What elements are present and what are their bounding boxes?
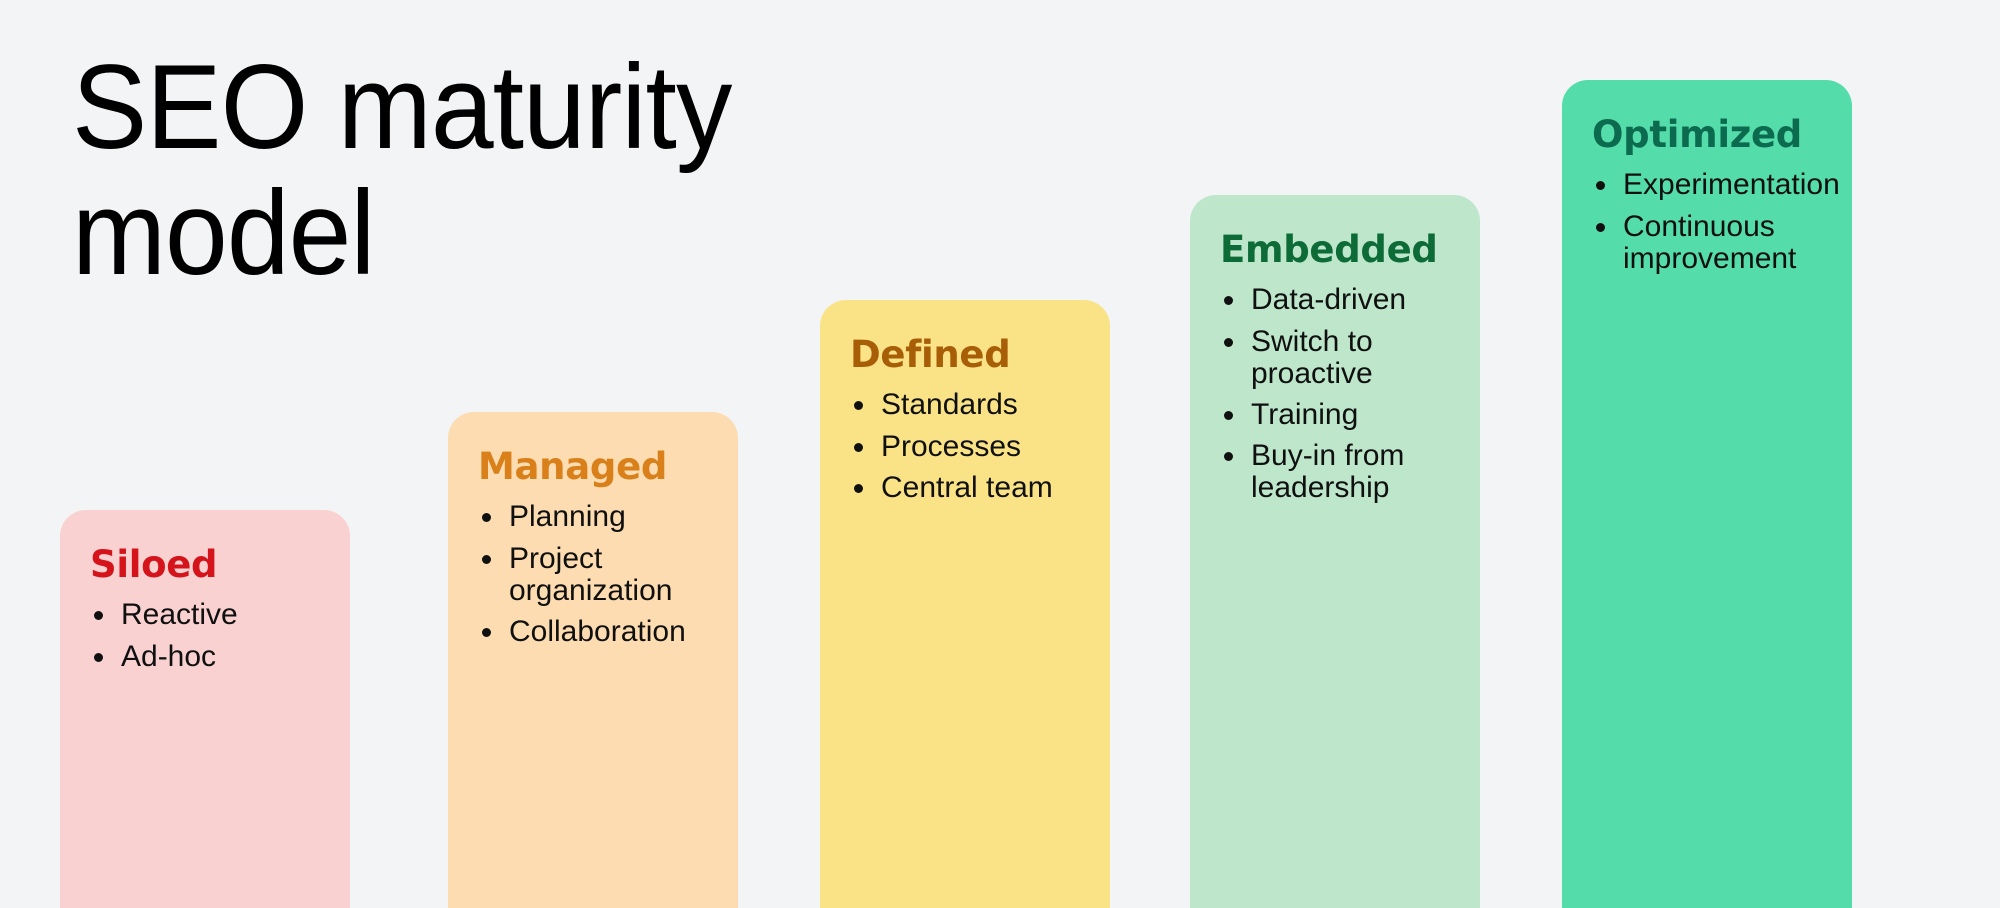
stage-card-defined[interactable]: Defined Standards Processes Central team bbox=[820, 300, 1110, 908]
infographic-canvas: SEO maturity model Siloed Reactive Ad-ho… bbox=[0, 0, 2000, 908]
list-item: Experimentation bbox=[1592, 169, 1840, 201]
list-item: Project organization bbox=[478, 541, 708, 607]
stage-card-embedded[interactable]: Embedded Data-driven Switch to proactive… bbox=[1190, 195, 1480, 908]
bullet-icon bbox=[1224, 296, 1233, 306]
stage-heading-optimized: Optimized bbox=[1592, 113, 1802, 156]
list-item-label: Collaboration bbox=[509, 614, 686, 648]
list-item-label: Central team bbox=[881, 470, 1053, 504]
bullet-icon bbox=[1596, 222, 1605, 232]
list-item: Data-driven bbox=[1220, 284, 1450, 316]
list-item-label: Processes bbox=[881, 429, 1022, 463]
stage-items-siloed: Reactive Ad-hoc bbox=[90, 599, 320, 672]
list-item: Processes bbox=[850, 429, 1080, 463]
list-item-label: Continuous improvement bbox=[1623, 209, 1797, 275]
stage-items-optimized: Experimentation Continuous improvement bbox=[1592, 169, 1840, 275]
list-item-label: Buy-in from leadership bbox=[1251, 438, 1405, 504]
bullet-icon bbox=[1596, 181, 1605, 191]
stage-items-defined: Standards Processes Central team bbox=[850, 389, 1080, 503]
stage-items-managed: Planning Project organization Collaborat… bbox=[478, 501, 708, 647]
list-item-label: Switch to proactive bbox=[1251, 324, 1373, 390]
stage-heading-managed: Managed bbox=[478, 445, 668, 488]
list-item-label: Ad-hoc bbox=[121, 639, 217, 673]
stage-card-managed[interactable]: Managed Planning Project organization Co… bbox=[448, 412, 738, 908]
stage-card-optimized[interactable]: Optimized Experimentation Continuous imp… bbox=[1562, 80, 1852, 908]
maturity-bar-chart: Siloed Reactive Ad-hoc Managed Planning bbox=[0, 0, 2000, 908]
bullet-icon bbox=[854, 483, 863, 493]
stage-card-siloed[interactable]: Siloed Reactive Ad-hoc bbox=[60, 510, 350, 908]
list-item-label: Standards bbox=[881, 388, 1018, 422]
list-item: Continuous improvement bbox=[1592, 209, 1822, 275]
list-item: Reactive bbox=[90, 599, 320, 631]
stage-heading-embedded: Embedded bbox=[1220, 228, 1438, 271]
list-item-label: Training bbox=[1251, 397, 1359, 431]
list-item: Switch to proactive bbox=[1220, 324, 1450, 390]
list-item-label: Planning bbox=[509, 500, 626, 534]
bullet-icon bbox=[854, 442, 863, 452]
list-item: Training bbox=[1220, 397, 1450, 431]
bullet-icon bbox=[1224, 337, 1233, 347]
list-item-label: Experimentation bbox=[1623, 168, 1840, 202]
stage-items-embedded: Data-driven Switch to proactive Training… bbox=[1220, 284, 1450, 504]
list-item: Central team bbox=[850, 470, 1080, 504]
stage-heading-siloed: Siloed bbox=[90, 543, 218, 586]
bullet-icon bbox=[482, 554, 491, 564]
bullet-icon bbox=[1224, 451, 1233, 461]
bullet-icon bbox=[482, 627, 491, 637]
list-item-label: Reactive bbox=[121, 598, 238, 632]
list-item: Collaboration bbox=[478, 614, 708, 648]
list-item: Ad-hoc bbox=[90, 639, 320, 673]
stage-heading-defined: Defined bbox=[850, 333, 1011, 376]
bullet-icon bbox=[94, 611, 103, 621]
bullet-icon bbox=[1224, 410, 1233, 420]
list-item-label: Project organization bbox=[509, 541, 673, 607]
bullet-icon bbox=[94, 652, 103, 662]
list-item: Standards bbox=[850, 389, 1080, 421]
bullet-icon bbox=[482, 513, 491, 523]
bullet-icon bbox=[854, 401, 863, 411]
list-item-label: Data-driven bbox=[1251, 283, 1407, 317]
list-item: Buy-in from leadership bbox=[1220, 438, 1450, 504]
list-item: Planning bbox=[478, 501, 708, 533]
